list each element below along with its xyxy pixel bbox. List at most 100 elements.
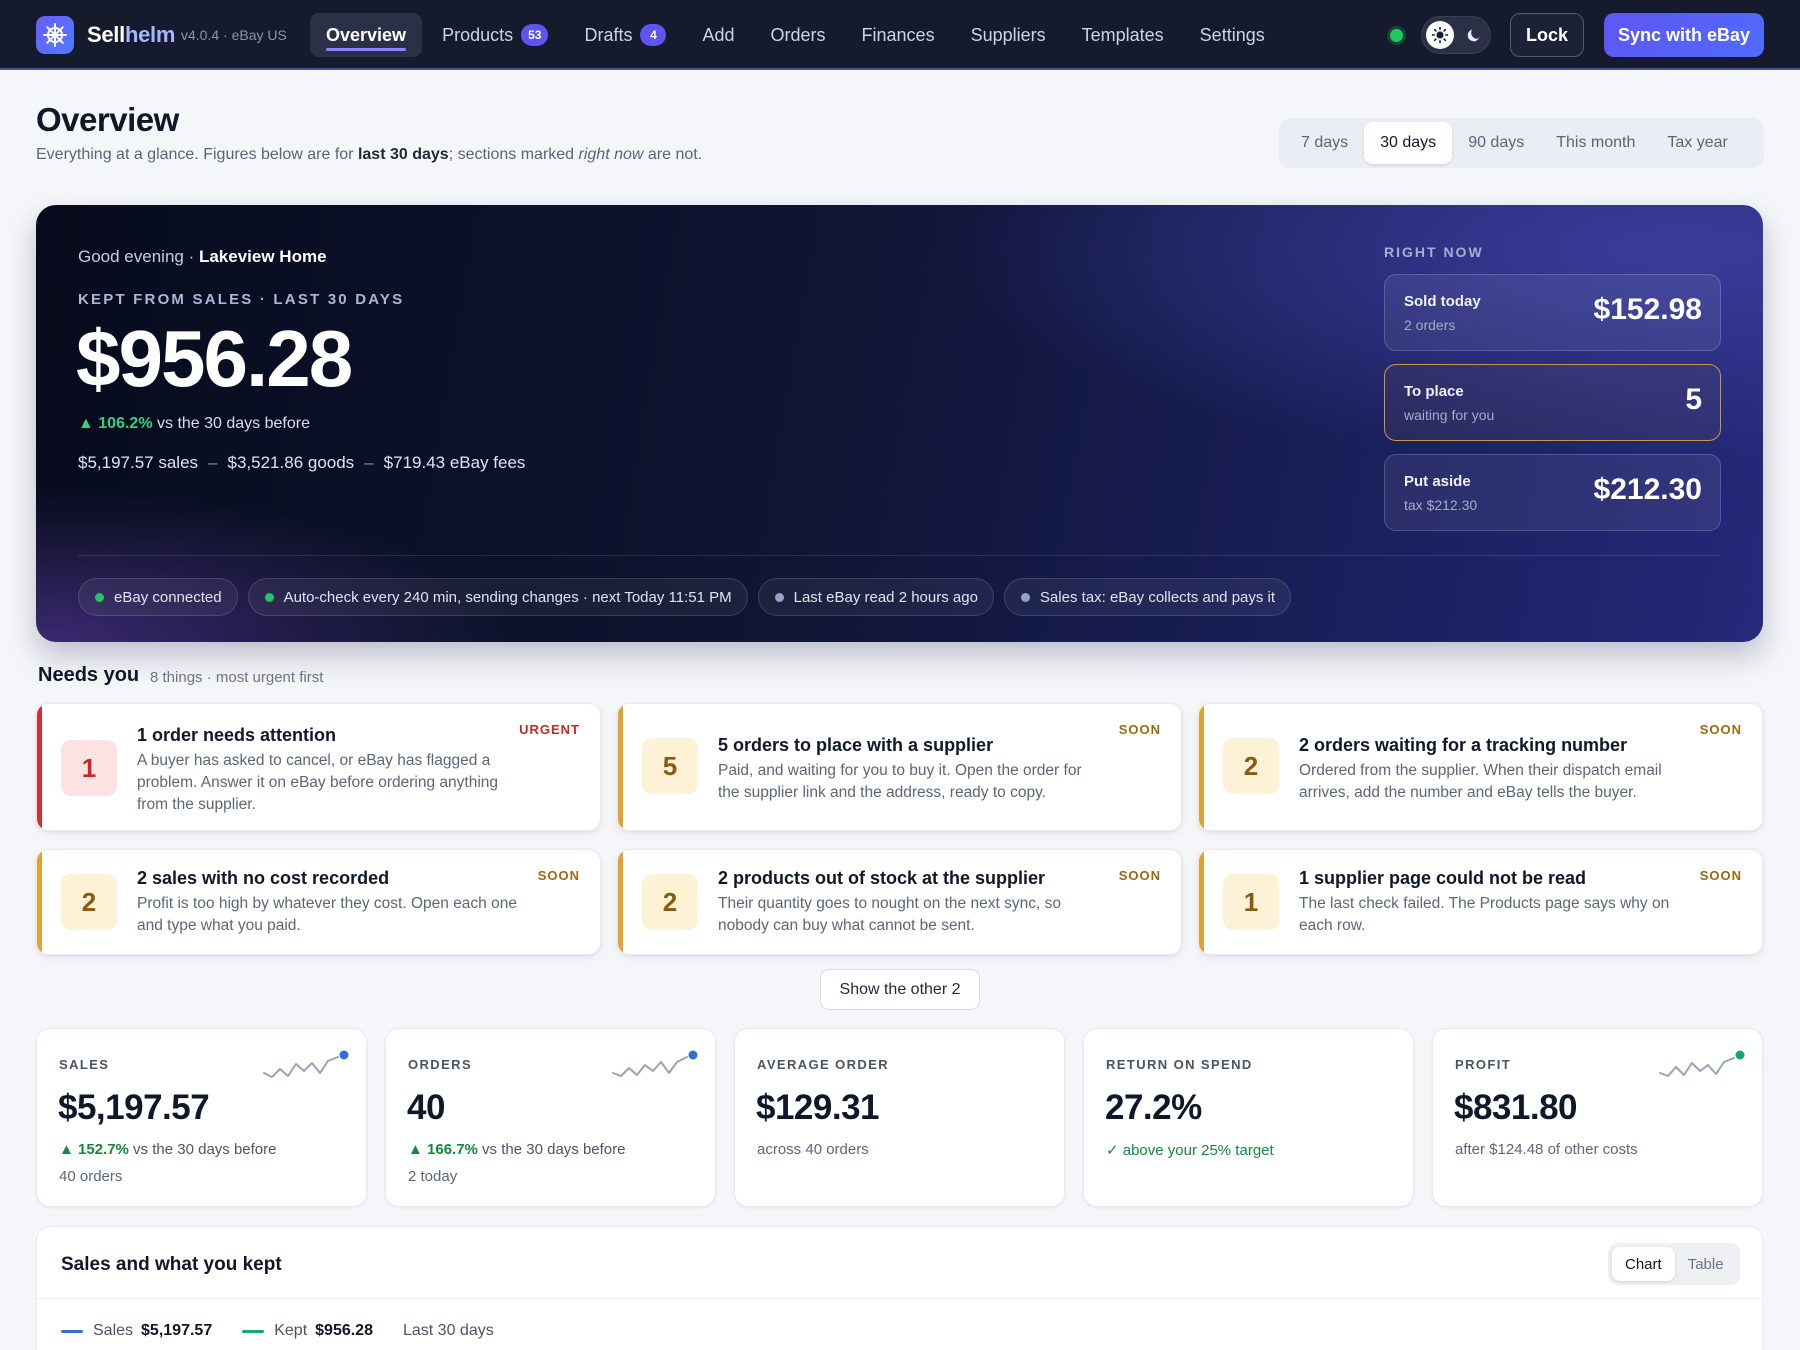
stat-value: $129.31: [756, 1088, 880, 1127]
stat-card-return-on-spend[interactable]: RETURN ON SPEND 27.2% ✓ above your 25% t…: [1083, 1028, 1414, 1207]
task-description: A buyer has asked to cancel, or eBay has…: [137, 752, 499, 813]
stat-label: ORDERS: [408, 1057, 473, 1072]
task-description: Profit is too high by whatever they cost…: [137, 895, 517, 934]
urgency-tag: SOON: [1699, 722, 1742, 737]
range-90-days[interactable]: 90 days: [1452, 122, 1540, 164]
page-title: Overview: [36, 101, 179, 138]
status-pill: Auto-check every 240 min, sending change…: [247, 578, 748, 616]
urgency-tag: SOON: [1699, 868, 1742, 883]
range-tax-year[interactable]: Tax year: [1651, 122, 1743, 164]
legend-kept-value: $956.28: [315, 1322, 373, 1339]
legend-sales-value: $5,197.57: [141, 1322, 213, 1339]
stat-card-sales[interactable]: SALES $5,197.57 ▲ 152.7% vs the 30 days …: [36, 1028, 367, 1207]
task-count: 1: [1223, 874, 1279, 930]
stat-label: PROFIT: [1455, 1057, 1512, 1072]
status-pills: eBay connected Auto-check every 240 min,…: [78, 578, 1301, 616]
stat-card-profit[interactable]: PROFIT $831.80 after $124.48 of other co…: [1432, 1028, 1763, 1207]
task-title: 2 sales with no cost recorded: [137, 868, 390, 888]
task-count: 5: [642, 738, 698, 794]
top-nav: Sellhelm v4.0.4 · eBay US Overview Produ…: [0, 0, 1800, 70]
put-aside-card[interactable]: Put aside tax $212.30 $212.30: [1384, 454, 1721, 531]
stat-value: $831.80: [1454, 1088, 1578, 1127]
chart-legend: Sales $5,197.57 Kept $956.28 Last 30 day…: [61, 1322, 494, 1340]
legend-sales-label: Sales: [93, 1322, 134, 1339]
tab-finances[interactable]: Finances: [846, 13, 951, 57]
kept-swatch: [242, 1329, 265, 1333]
greeting: Good evening · Lakeview Home: [78, 247, 327, 266]
show-more-button[interactable]: Show the other 2: [820, 969, 980, 1010]
theme-toggle[interactable]: [1421, 16, 1491, 54]
tab-drafts[interactable]: Drafts 4: [568, 13, 682, 57]
tab-orders[interactable]: Orders: [755, 13, 842, 57]
kept-value: $956.28: [76, 314, 353, 403]
task-card[interactable]: 2 2 sales with no cost recorded Profit i…: [36, 849, 601, 955]
task-count: 2: [642, 874, 698, 930]
stat-change: ▲ 166.7% vs the 30 days before: [408, 1141, 626, 1158]
task-description: Ordered from the supplier. When their di…: [1299, 762, 1662, 801]
panel-divider: [37, 1298, 1762, 1299]
status-pill: eBay connected: [78, 578, 238, 616]
kept-label: KEPT FROM SALES · LAST 30 DAYS: [78, 291, 405, 308]
tab-products[interactable]: Products 53: [426, 13, 564, 57]
tab-add[interactable]: Add: [686, 13, 750, 57]
sales-sparkline: [263, 1050, 349, 1078]
range-7-days[interactable]: 7 days: [1285, 122, 1364, 164]
task-title: 1 supplier page could not be read: [1299, 868, 1587, 888]
needs-you-title: Needs you: [38, 664, 140, 686]
task-count: 2: [1223, 738, 1279, 794]
task-title: 2 products out of stock at the supplier: [718, 868, 1046, 888]
lock-button[interactable]: Lock: [1510, 13, 1584, 57]
tab-suppliers[interactable]: Suppliers: [955, 13, 1062, 57]
tab-templates[interactable]: Templates: [1066, 13, 1180, 57]
sync-ebay-button[interactable]: Sync with eBay: [1604, 13, 1764, 57]
range-30-days[interactable]: 30 days: [1364, 122, 1453, 164]
stat-card-average-order[interactable]: AVERAGE ORDER $129.31 across 40 orders: [734, 1028, 1065, 1207]
view-table-button[interactable]: Table: [1675, 1247, 1737, 1281]
task-card-urgent[interactable]: 1 1 order needs attention A buyer has as…: [36, 703, 601, 831]
sold-today-card[interactable]: Sold today 2 orders $152.98: [1384, 274, 1721, 351]
ship-wheel-icon[interactable]: [36, 16, 74, 54]
view-chart-button[interactable]: Chart: [1612, 1247, 1675, 1281]
main-tabs: Overview Products 53 Drafts 4 Add Orders F…: [310, 13, 1285, 57]
panel-title: Sales and what you kept: [61, 1254, 282, 1275]
profit-sparkline: [1659, 1050, 1745, 1077]
urgency-tag: URGENT: [519, 722, 580, 737]
orders-sparkline: [612, 1050, 698, 1077]
range-this-month[interactable]: This month: [1540, 122, 1651, 164]
stat-note: after $124.48 of other costs: [1455, 1141, 1638, 1158]
sun-icon: [1426, 21, 1454, 49]
app-brand[interactable]: Sellhelm: [87, 22, 175, 48]
stat-label: AVERAGE ORDER: [757, 1057, 890, 1072]
task-description: Their quantity goes to nought on the nex…: [718, 895, 1061, 934]
task-card[interactable]: 2 2 products out of stock at the supplie…: [617, 849, 1182, 955]
stat-value: 27.2%: [1105, 1088, 1202, 1127]
stat-sub: 40 orders: [59, 1168, 123, 1185]
tab-overview[interactable]: Overview: [310, 13, 423, 57]
legend-kept-label: Kept: [274, 1322, 308, 1339]
task-count: 2: [61, 874, 117, 930]
stat-label: RETURN ON SPEND: [1106, 1057, 1253, 1072]
kept-change: ▲ 106.2% vs the 30 days before: [78, 415, 310, 432]
date-range-selector: 7 days 30 days 90 days This month Tax ye…: [1279, 118, 1764, 168]
task-card[interactable]: 1 1 supplier page could not be read The …: [1198, 849, 1763, 955]
urgency-tag: SOON: [1118, 722, 1161, 737]
to-place-card[interactable]: To place waiting for you 5: [1384, 364, 1721, 441]
sales-swatch: [61, 1329, 83, 1333]
task-description: Paid, and waiting for you to buy it. Ope…: [718, 762, 1082, 801]
stat-note: ✓ above your 25% target: [1106, 1142, 1274, 1159]
moon-icon: [1464, 25, 1484, 45]
task-card[interactable]: 2 2 orders waiting for a tracking number…: [1198, 703, 1763, 831]
chart-view-toggle: Chart Table: [1608, 1243, 1740, 1285]
needs-you-meta: 8 things · most urgent first: [150, 669, 324, 686]
task-description: The last check failed. The Products page…: [1299, 895, 1670, 934]
stat-card-orders[interactable]: ORDERS 40 ▲ 166.7% vs the 30 days before…: [385, 1028, 716, 1207]
connection-status-dot: [1390, 29, 1403, 42]
hero-divider: [78, 555, 1721, 556]
task-card[interactable]: 5 5 orders to place with a supplier Paid…: [617, 703, 1182, 831]
task-count: 1: [61, 740, 117, 796]
legend-period: Last 30 days: [402, 1322, 494, 1339]
kept-breakdown: $5,197.57 sales – $3,521.86 goods – $719.43 …: [78, 453, 526, 472]
stat-note: across 40 orders: [757, 1141, 869, 1158]
status-pill: Sales tax: eBay collects and pays it: [1003, 578, 1292, 616]
tab-settings[interactable]: Settings: [1184, 13, 1281, 57]
